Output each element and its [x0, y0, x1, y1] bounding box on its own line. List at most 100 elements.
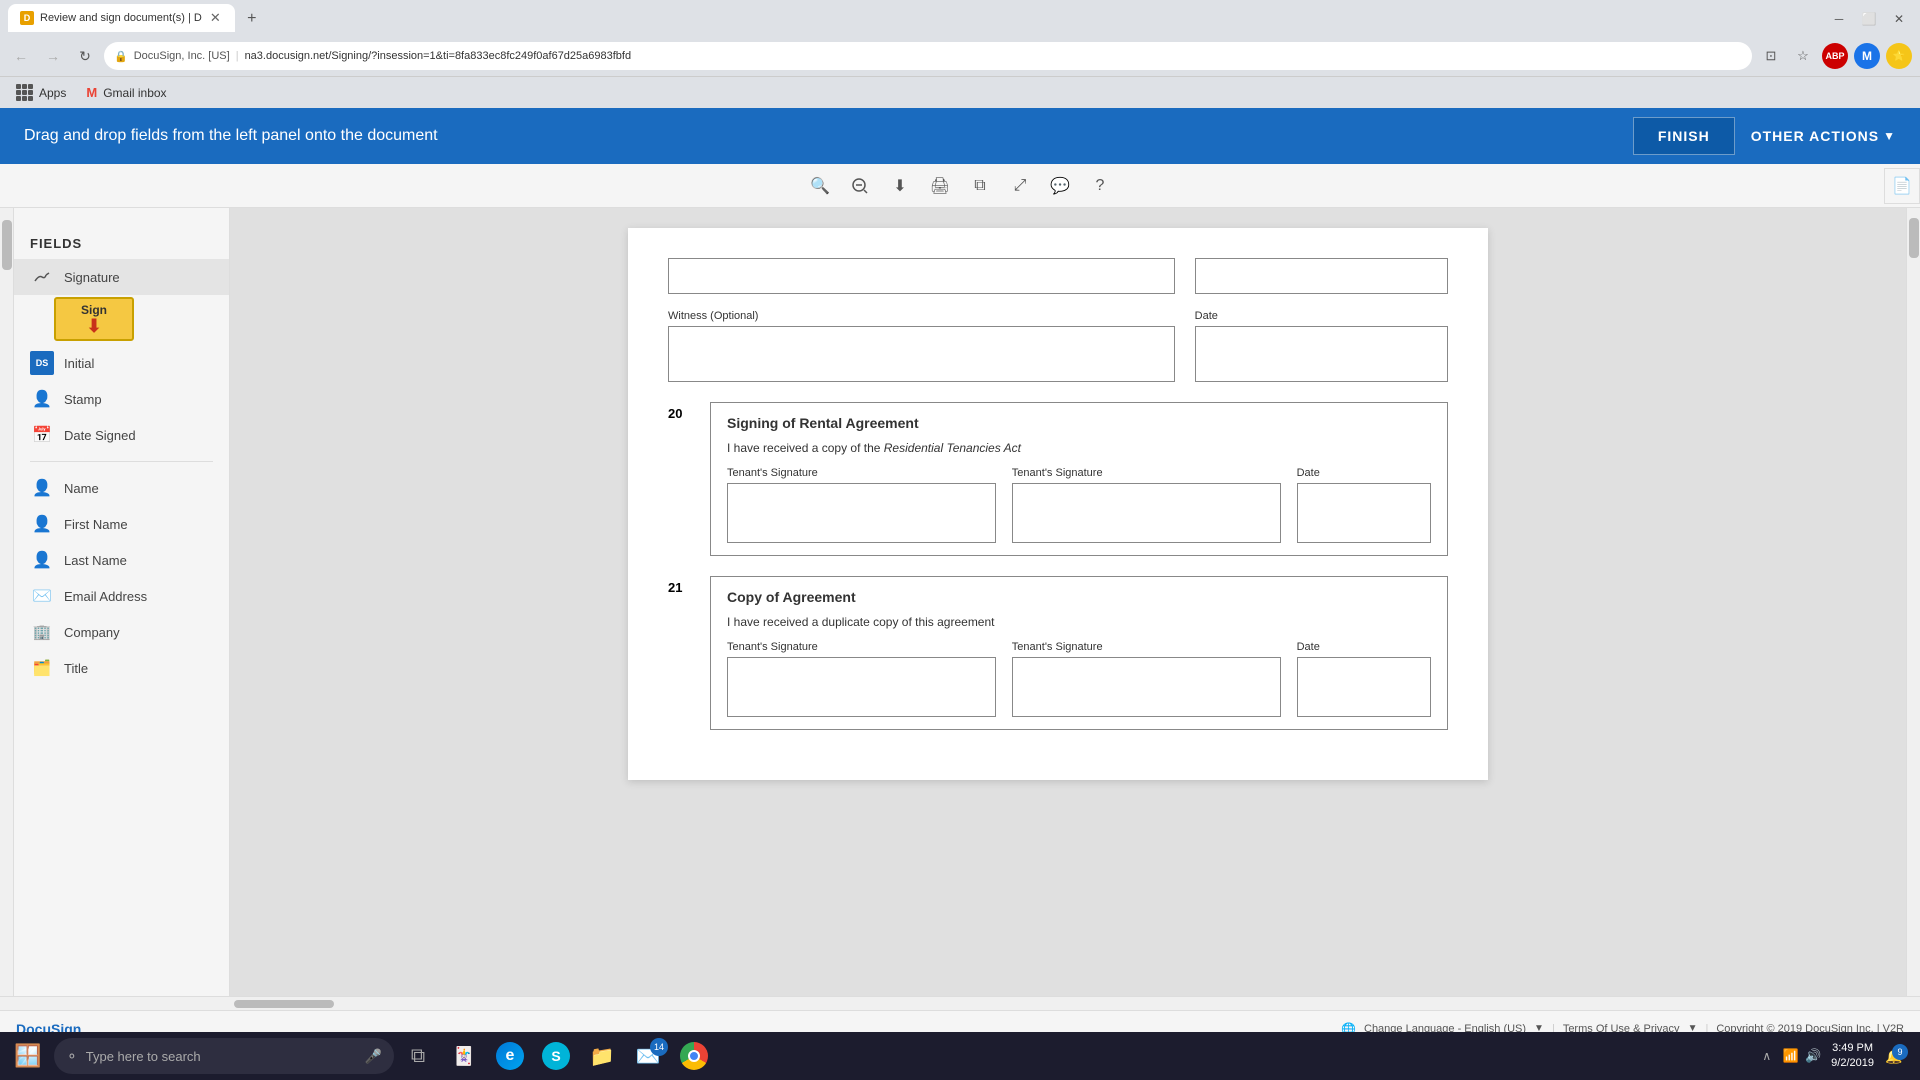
company-label: Company: [64, 625, 120, 640]
section20-tenant-sig2-box[interactable]: [1012, 483, 1281, 543]
refresh-button[interactable]: ↻: [72, 43, 98, 69]
first-name-field-item[interactable]: 👤 First Name: [14, 506, 229, 542]
initial-field-item[interactable]: DS Initial: [14, 345, 229, 381]
copy-button[interactable]: ⧉: [964, 170, 996, 202]
email-label: Email Address: [64, 589, 147, 604]
stamp-field-item[interactable]: 👤 Stamp: [14, 381, 229, 417]
last-name-field-item[interactable]: 👤 Last Name: [14, 542, 229, 578]
right-scrollbar[interactable]: [1906, 208, 1920, 996]
download-button[interactable]: ⬇: [884, 170, 916, 202]
profile-m-icon[interactable]: M: [1854, 43, 1880, 69]
taskbar-app-email[interactable]: ✉️ 14: [626, 1034, 670, 1078]
minimize-button[interactable]: ─: [1826, 6, 1852, 32]
witness-field-box[interactable]: [668, 326, 1175, 382]
email-address-field-item[interactable]: ✉️ Email Address: [14, 578, 229, 614]
company-field-item[interactable]: 🏢 Company: [14, 614, 229, 650]
section20-tenant-sig1-box[interactable]: [727, 483, 996, 543]
taskbar: 🪟 ⚬ Type here to search 🎤 ⧉ 🃏 e S 📁 ✉️ 1…: [0, 1032, 1920, 1080]
initial-label: Initial: [64, 356, 94, 371]
sound-icon[interactable]: 🔊: [1805, 1048, 1821, 1064]
initial-icon: DS: [30, 351, 54, 375]
first-name-label: First Name: [64, 517, 128, 532]
profile-secondary-icon[interactable]: ⭐: [1886, 43, 1912, 69]
taskbar-search-placeholder: Type here to search: [86, 1049, 201, 1064]
section20-text: I have received a copy of the Residentia…: [727, 441, 1431, 455]
cast-icon[interactable]: ⊡: [1758, 43, 1784, 69]
browser-tab[interactable]: D Review and sign document(s) | D ✕: [8, 4, 235, 32]
show-hidden-icons[interactable]: ∧: [1757, 1046, 1777, 1066]
section20-tenant-sig1-label: Tenant's Signature: [727, 467, 996, 479]
gmail-label: Gmail inbox: [103, 86, 166, 100]
taskbar-app-edge[interactable]: e: [488, 1034, 532, 1078]
apps-label: Apps: [39, 86, 66, 100]
name-icon: 👤: [30, 476, 54, 500]
right-panel-toggle[interactable]: 📄: [1884, 168, 1920, 204]
help-button[interactable]: ?: [1084, 170, 1116, 202]
taskbar-app-chrome[interactable]: [672, 1034, 716, 1078]
section21-tenant-sig2-box[interactable]: [1012, 657, 1281, 717]
other-actions-button[interactable]: OTHER ACTIONS ▼: [1751, 128, 1896, 144]
last-name-label: Last Name: [64, 553, 127, 568]
gmail-icon: M: [86, 85, 97, 100]
date-signed-icon: 📅: [30, 423, 54, 447]
profile-abp-icon[interactable]: ABP: [1822, 43, 1848, 69]
maximize-button[interactable]: ⬜: [1856, 6, 1882, 32]
taskbar-app-cards[interactable]: 🃏: [442, 1034, 486, 1078]
section21-tenant-sig1-label: Tenant's Signature: [727, 641, 996, 653]
left-scrollbar[interactable]: [0, 208, 14, 996]
section21-tenant-sig1-box[interactable]: [727, 657, 996, 717]
name-label: Name: [64, 481, 99, 496]
right-scroll-thumb: [1909, 218, 1919, 258]
apps-bookmark[interactable]: Apps: [8, 82, 74, 103]
print-button[interactable]: 🖨: [924, 170, 956, 202]
bookmark-star-icon[interactable]: ☆: [1790, 43, 1816, 69]
witness-section: Witness (Optional) Date: [668, 258, 1448, 382]
scroll-thumb-top: [2, 220, 12, 270]
signature-field-item[interactable]: Signature: [14, 259, 229, 295]
document-scroll-area[interactable]: Witness (Optional) Date 20 Signing of Re…: [230, 208, 1906, 996]
section20-date-box[interactable]: [1297, 483, 1431, 543]
zoom-out-button[interactable]: [844, 170, 876, 202]
section21-tenant-sig2-label: Tenant's Signature: [1012, 641, 1281, 653]
section21-number: 21: [668, 576, 698, 730]
notification-badge: 9: [1892, 1044, 1908, 1060]
back-button[interactable]: ←: [8, 43, 34, 69]
company-icon: 🏢: [30, 620, 54, 644]
apps-grid-icon: [16, 84, 33, 101]
taskbar-time: 3:49 PM: [1832, 1041, 1873, 1056]
section21-title: Copy of Agreement: [727, 589, 1431, 605]
new-tab-button[interactable]: +: [239, 6, 265, 32]
taskbar-search[interactable]: ⚬ Type here to search 🎤: [54, 1038, 394, 1074]
taskbar-app-files[interactable]: 📁: [580, 1034, 624, 1078]
stamp-icon: 👤: [30, 387, 54, 411]
address-bar-input[interactable]: 🔒 DocuSign, Inc. [US] | na3.docusign.net…: [104, 42, 1752, 70]
bottom-scrollbar[interactable]: [0, 996, 1920, 1010]
close-button[interactable]: ✕: [1886, 6, 1912, 32]
clock-display[interactable]: 3:49 PM 9/2/2019: [1831, 1041, 1874, 1072]
witness-date-box[interactable]: [1195, 326, 1448, 382]
task-view-button[interactable]: ⧉: [396, 1034, 440, 1078]
comment-button[interactable]: 💬: [1044, 170, 1076, 202]
system-tray: ∧ 📶 🔊 3:49 PM 9/2/2019 🔔 9: [1749, 1041, 1916, 1072]
forward-button[interactable]: →: [40, 43, 66, 69]
finish-button[interactable]: FINISH: [1633, 117, 1735, 155]
witness-label: Witness (Optional): [668, 310, 1175, 322]
document-toolbar: 🔍 ⬇ 🖨 ⧉ ⤢ 💬 ? 📄: [0, 164, 1920, 208]
zoom-in-button[interactable]: 🔍: [804, 170, 836, 202]
title-field-item[interactable]: 🗂️ Title: [14, 650, 229, 686]
first-name-icon: 👤: [30, 512, 54, 536]
section21-date-box[interactable]: [1297, 657, 1431, 717]
name-field-item[interactable]: 👤 Name: [14, 470, 229, 506]
taskbar-app-skype[interactable]: S: [534, 1034, 578, 1078]
network-icon[interactable]: 📶: [1783, 1048, 1799, 1064]
microphone-icon[interactable]: 🎤: [365, 1048, 382, 1065]
start-button[interactable]: 🪟: [4, 1032, 52, 1080]
sign-arrow-icon: ⬇: [86, 317, 101, 335]
gmail-bookmark[interactable]: M Gmail inbox: [78, 83, 174, 102]
notification-button[interactable]: 🔔 9: [1880, 1042, 1908, 1070]
section21-date-label: Date: [1297, 641, 1431, 653]
date-signed-field-item[interactable]: 📅 Date Signed: [14, 417, 229, 453]
expand-button[interactable]: ⤢: [1004, 170, 1036, 202]
sign-tooltip: Sign ⬇: [54, 297, 134, 341]
tab-close-button[interactable]: ✕: [208, 8, 223, 28]
